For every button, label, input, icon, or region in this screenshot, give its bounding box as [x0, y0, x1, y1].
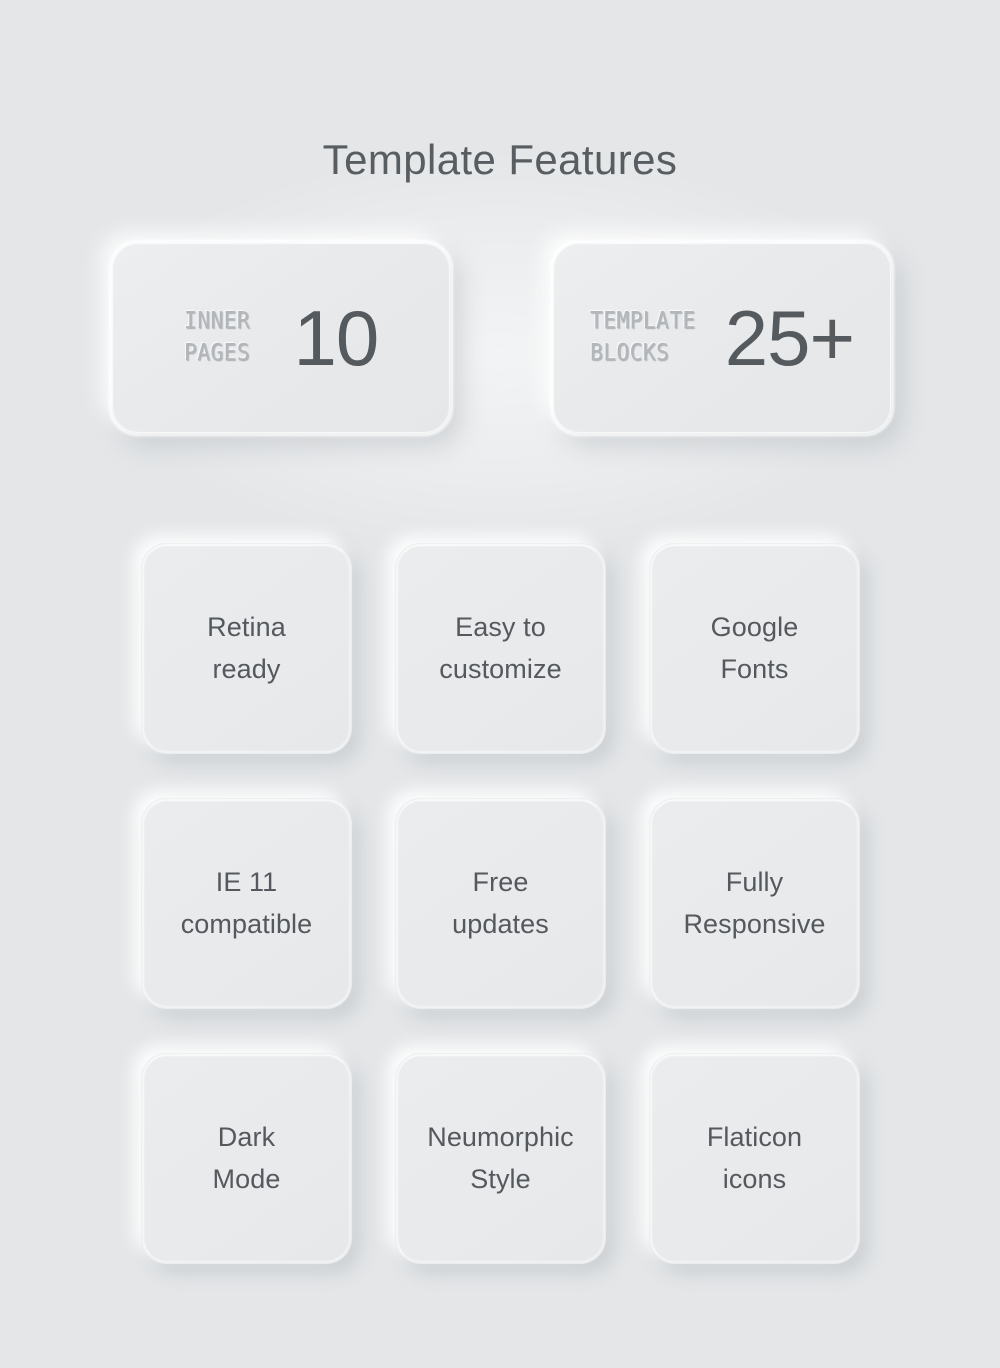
feature-card-google-fonts[interactable]: Google Fonts: [649, 543, 860, 754]
stats-row: INNER PAGES 10 TEMPLATE BLOCKS 25+: [112, 243, 891, 433]
feature-label: Dark Mode: [212, 1122, 281, 1194]
stat-card-content: INNER PAGES 10: [183, 294, 380, 382]
stat-label-template-blocks: TEMPLATE BLOCKS: [589, 308, 696, 366]
page-title: Template Features: [322, 136, 678, 184]
feature-card-fully-responsive[interactable]: Fully Responsive: [649, 798, 860, 1009]
feature-card-flaticon-icons[interactable]: Flaticon icons: [649, 1053, 860, 1264]
stat-value-template-blocks: 25+: [724, 294, 855, 382]
feature-card-free-updates[interactable]: Free updates: [395, 798, 606, 1009]
feature-label: Easy to customize: [439, 612, 562, 684]
stat-card-inner-pages[interactable]: INNER PAGES 10: [112, 243, 450, 433]
feature-label: Google Fonts: [710, 612, 799, 684]
stat-card-content: TEMPLATE BLOCKS 25+: [589, 294, 855, 382]
feature-label: Retina ready: [207, 612, 286, 684]
stat-card-template-blocks[interactable]: TEMPLATE BLOCKS 25+: [553, 243, 891, 433]
feature-card-easy-to-customize[interactable]: Easy to customize: [395, 543, 606, 754]
stat-label-inner-pages: INNER PAGES: [183, 308, 250, 366]
feature-label: Neumorphic Style: [427, 1122, 574, 1194]
feature-card-neumorphic-style[interactable]: Neumorphic Style: [395, 1053, 606, 1264]
feature-label: Fully Responsive: [683, 867, 826, 939]
feature-card-dark-mode[interactable]: Dark Mode: [141, 1053, 352, 1264]
feature-label: IE 11 compatible: [180, 867, 313, 939]
features-grid: Retina ready Easy to customize Google Fo…: [141, 543, 860, 1264]
feature-label: Flaticon icons: [706, 1122, 803, 1194]
feature-card-ie-11-compatible[interactable]: IE 11 compatible: [141, 798, 352, 1009]
feature-card-retina-ready[interactable]: Retina ready: [141, 543, 352, 754]
stat-value-inner-pages: 10: [293, 294, 379, 382]
feature-label: Free updates: [452, 867, 549, 939]
